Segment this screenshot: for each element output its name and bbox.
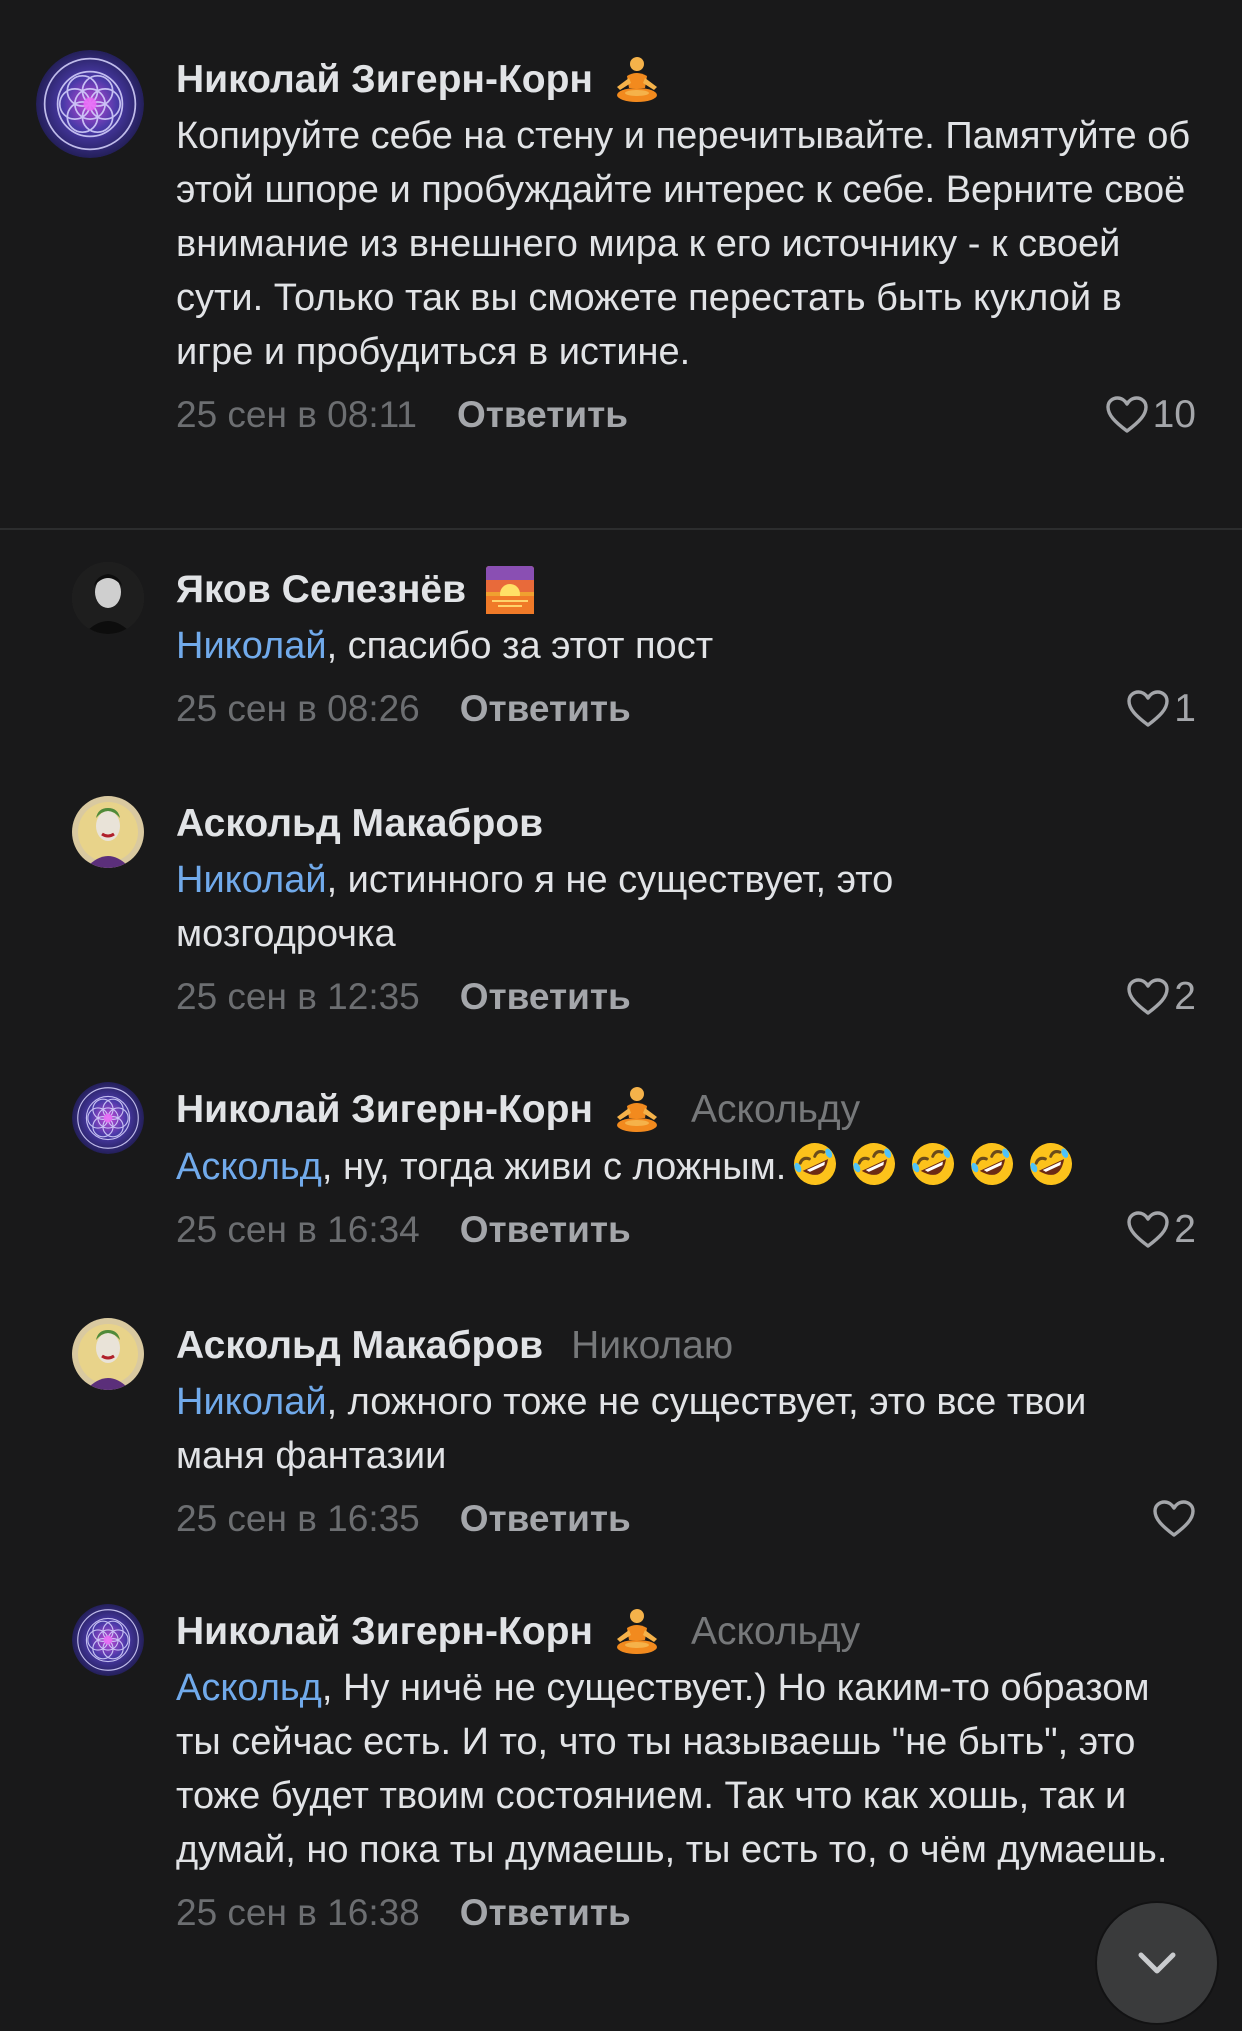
reply-to-label[interactable]: Аскольду	[691, 1082, 860, 1138]
comment-date: 25 сен в 16:35	[176, 1498, 420, 1539]
heart-outline-icon	[1126, 977, 1170, 1017]
comment-author[interactable]: Николай Зигерн-Корн	[176, 1082, 593, 1138]
like-count: 2	[1174, 1208, 1196, 1251]
comment-text: Аскольд, ну, тогда живи с ложным.	[176, 1139, 1196, 1194]
comment-text: Копируйте себе на стену и перечитывайте.…	[176, 115, 1191, 373]
avatar[interactable]	[72, 1318, 144, 1390]
reply-button[interactable]: Ответить	[457, 394, 628, 436]
comment-date: 25 сен в 12:35	[176, 976, 420, 1017]
like-count: 10	[1152, 393, 1196, 436]
chevron-down-icon	[1138, 1952, 1176, 1974]
like-button[interactable]: 2	[1126, 967, 1196, 1027]
reply-button[interactable]: Ответить	[460, 976, 631, 1018]
avatar[interactable]	[72, 1082, 144, 1154]
mention-link[interactable]: Николай	[176, 1381, 327, 1423]
reply-to-label[interactable]: Аскольду	[691, 1604, 860, 1660]
comment-author[interactable]: Николай Зигерн-Корн	[176, 52, 593, 108]
person-in-lotus-position-emoji	[611, 54, 663, 106]
comment-text: Николай, ложного тоже не существует, это…	[176, 1381, 1087, 1477]
avatar[interactable]	[72, 562, 144, 634]
reply-to-label[interactable]: Николаю	[571, 1318, 733, 1374]
comment-author[interactable]: Яков Селезнёв	[176, 562, 466, 618]
divider	[0, 528, 1242, 530]
like-button[interactable]: 10	[1105, 385, 1196, 445]
sunrise-emoji	[484, 564, 536, 616]
avatar[interactable]	[36, 50, 144, 158]
comment-date: 25 сен в 08:26	[176, 688, 420, 729]
comment-author[interactable]: Николай Зигерн-Корн	[176, 1604, 593, 1660]
like-button[interactable]: 1	[1126, 679, 1196, 739]
rolling-on-floor-laughing-emoji	[849, 1139, 899, 1189]
like-button[interactable]	[1152, 1489, 1196, 1549]
rolling-on-floor-laughing-emoji	[1026, 1139, 1076, 1189]
comment-text: Николай, спасибо за этот пост	[176, 625, 714, 667]
comment-author[interactable]: Аскольд Макабров	[176, 796, 543, 852]
comment-text: Аскольд, Ну ничё не существует.) Но каки…	[176, 1667, 1168, 1871]
person-in-lotus-position-emoji	[611, 1084, 663, 1136]
mention-link[interactable]: Аскольд	[176, 1146, 322, 1188]
heart-outline-icon	[1152, 1499, 1196, 1539]
avatar[interactable]	[72, 796, 144, 868]
comment-date: 25 сен в 16:38	[176, 1892, 420, 1933]
heart-outline-icon	[1126, 1210, 1170, 1250]
comment-text: Николай, истинного я не существует, это …	[176, 859, 894, 955]
scroll-down-button[interactable]	[1097, 1903, 1217, 2023]
rolling-on-floor-laughing-emoji	[790, 1139, 840, 1189]
reply-button[interactable]: Ответить	[460, 1209, 631, 1251]
comment-date: 25 сен в 08:11	[176, 394, 418, 435]
reply-button[interactable]: Ответить	[460, 688, 631, 730]
person-in-lotus-position-emoji	[611, 1606, 663, 1658]
heart-outline-icon	[1126, 689, 1170, 729]
like-count: 1	[1174, 687, 1196, 730]
comment-date: 25 сен в 16:34	[176, 1209, 420, 1250]
comment-author[interactable]: Аскольд Макабров	[176, 1318, 543, 1374]
like-button[interactable]: 2	[1126, 1200, 1196, 1260]
avatar[interactable]	[72, 1604, 144, 1676]
mention-link[interactable]: Николай	[176, 859, 327, 901]
mention-link[interactable]: Николай	[176, 625, 327, 667]
reply-button[interactable]: Ответить	[460, 1892, 631, 1934]
mention-link[interactable]: Аскольд	[176, 1667, 322, 1709]
rolling-on-floor-laughing-emoji	[908, 1139, 958, 1189]
like-count: 2	[1174, 975, 1196, 1018]
rolling-on-floor-laughing-emoji	[967, 1139, 1017, 1189]
heart-outline-icon	[1105, 395, 1149, 435]
reply-button[interactable]: Ответить	[460, 1498, 631, 1540]
